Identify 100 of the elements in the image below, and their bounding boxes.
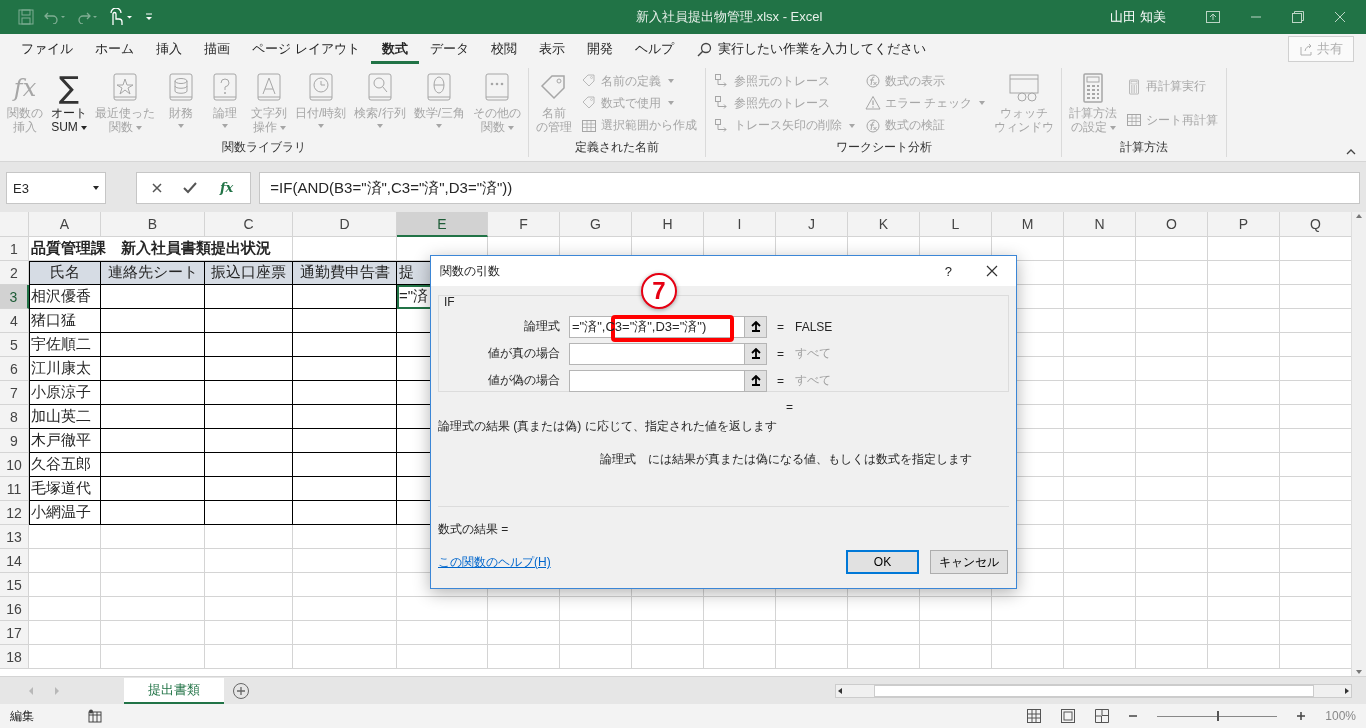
zoom-in-icon[interactable] [1297,712,1306,720]
add-sheet-icon[interactable] [232,681,250,700]
empty-cell [488,645,560,669]
close-icon[interactable] [986,265,998,277]
undo-icon[interactable] [44,10,66,24]
ribbon-tab[interactable]: 校閲 [479,34,528,64]
column-header[interactable]: F [488,212,560,237]
up-arrow-icon [750,375,761,386]
window-title: 新入社員提出物管理.xlsx - Excel [635,8,824,26]
column-header[interactable]: G [560,212,632,237]
glasses-icon [1008,72,1041,104]
row-header[interactable]: 18 [0,645,29,669]
column-header[interactable]: J [776,212,848,237]
row-header[interactable]: 15 [0,573,29,597]
ribbon-tab[interactable]: ページ レイアウト [241,34,371,64]
row-header[interactable]: 14 [0,549,29,573]
column-header[interactable]: C [205,212,293,237]
zoom-level: 100% [1325,709,1356,723]
ribbon-display-icon[interactable] [1206,11,1220,23]
column-header[interactable]: K [848,212,920,237]
column-header[interactable]: B [101,212,205,237]
argument-field[interactable] [569,369,745,392]
empty-cell [848,597,920,621]
empty-cell [920,645,992,669]
empty-cell [1208,261,1280,285]
argument-field[interactable] [569,342,745,365]
group-label: 定義された名前 [574,139,661,156]
column-header[interactable]: I [704,212,776,237]
row-header[interactable]: 1 [0,237,29,261]
page-break-icon[interactable] [1095,709,1110,723]
ribbon-tab[interactable]: 描画 [193,34,241,64]
page-layout-icon[interactable] [1061,709,1076,723]
collapse-dialog-button[interactable] [745,342,767,365]
column-header[interactable]: P [1208,212,1280,237]
row-header[interactable]: 6 [0,357,29,381]
row-header[interactable]: 8 [0,405,29,429]
row-header[interactable]: 10 [0,453,29,477]
column-header[interactable]: D [293,212,397,237]
column-heading: 通勤費申告書 [293,261,397,285]
row-header[interactable]: 13 [0,525,29,549]
up-arrow-icon [750,348,761,359]
column-header[interactable]: H [632,212,704,237]
user-name[interactable]: 山田 知美 [1110,8,1166,26]
scroll-right-icon[interactable] [1343,686,1351,695]
sheet-tab[interactable]: 提出書類 [124,677,224,704]
scroll-left-icon[interactable] [836,686,844,695]
macro-record-icon[interactable] [88,709,102,723]
ok-button[interactable]: OK [846,550,919,574]
empty-cell [1136,357,1208,381]
column-header[interactable]: L [920,212,992,237]
cancel-button[interactable]: キャンセル [930,550,1008,574]
help-link[interactable]: この関数のヘルプ(H) [438,553,551,571]
redo-icon[interactable] [76,10,98,24]
row-header[interactable]: 16 [0,597,29,621]
name-box[interactable]: E3 [6,172,106,204]
ribbon-tab[interactable]: ヘルプ [623,34,685,64]
row-header[interactable]: 12 [0,501,29,525]
collapse-dialog-button[interactable] [745,315,767,338]
row-header[interactable]: 5 [0,333,29,357]
collapse-dialog-button[interactable] [745,369,767,392]
cancel-icon[interactable] [151,182,163,194]
customize-menu-icon[interactable] [144,12,154,22]
ribbon-tab[interactable]: ファイル [10,34,84,64]
ribbon-tab[interactable]: 表示 [527,34,576,64]
tell-me-search[interactable]: 実行したい作業を入力してください [696,40,926,58]
column-header[interactable]: E [397,212,488,237]
insert-function-button[interactable]: fx [217,179,237,197]
status-mode: 編集 [10,707,34,725]
row-header[interactable]: 2 [0,261,29,285]
column-header[interactable]: Q [1280,212,1351,237]
column-header[interactable]: O [1136,212,1208,237]
row-header[interactable]: 11 [0,477,29,501]
row-header[interactable]: 7 [0,381,29,405]
ribbon-tab[interactable]: 開発 [575,34,624,64]
zoom-slider-thumb[interactable] [1217,710,1220,721]
formula-input[interactable]: =IF(AND(B3="済",C3="済",D3="済")) [259,172,1360,204]
ribbon-button[interactable]: ∑ オートSUM [48,68,90,139]
check-icon[interactable] [183,182,197,194]
column-header[interactable]: A [29,212,101,237]
argument-label: 値が真の場合 [487,345,561,362]
column-header[interactable]: M [992,212,1064,237]
vertical-scrollbar[interactable] [1351,212,1366,676]
empty-cell [1064,549,1136,573]
ribbon-tab[interactable]: ホーム [84,34,145,64]
zoom-out-icon[interactable] [1129,712,1138,720]
row-header[interactable]: 4 [0,309,29,333]
search-icon [696,41,712,57]
ribbon-tab[interactable]: データ [418,34,480,64]
horizontal-scrollbar[interactable] [835,683,1352,698]
touch-mode-icon[interactable] [108,8,134,26]
row-header[interactable]: 3 [0,285,29,309]
empty-cell [1064,309,1136,333]
collapse-ribbon-icon[interactable] [1346,149,1356,155]
normal-view-icon[interactable] [1027,709,1042,723]
restore-icon[interactable] [1292,11,1304,23]
row-header[interactable]: 9 [0,429,29,453]
ribbon-tab[interactable]: 挿入 [145,34,193,64]
column-header[interactable]: N [1064,212,1136,237]
help-button[interactable]: ? [944,263,952,279]
row-header[interactable]: 17 [0,621,29,645]
